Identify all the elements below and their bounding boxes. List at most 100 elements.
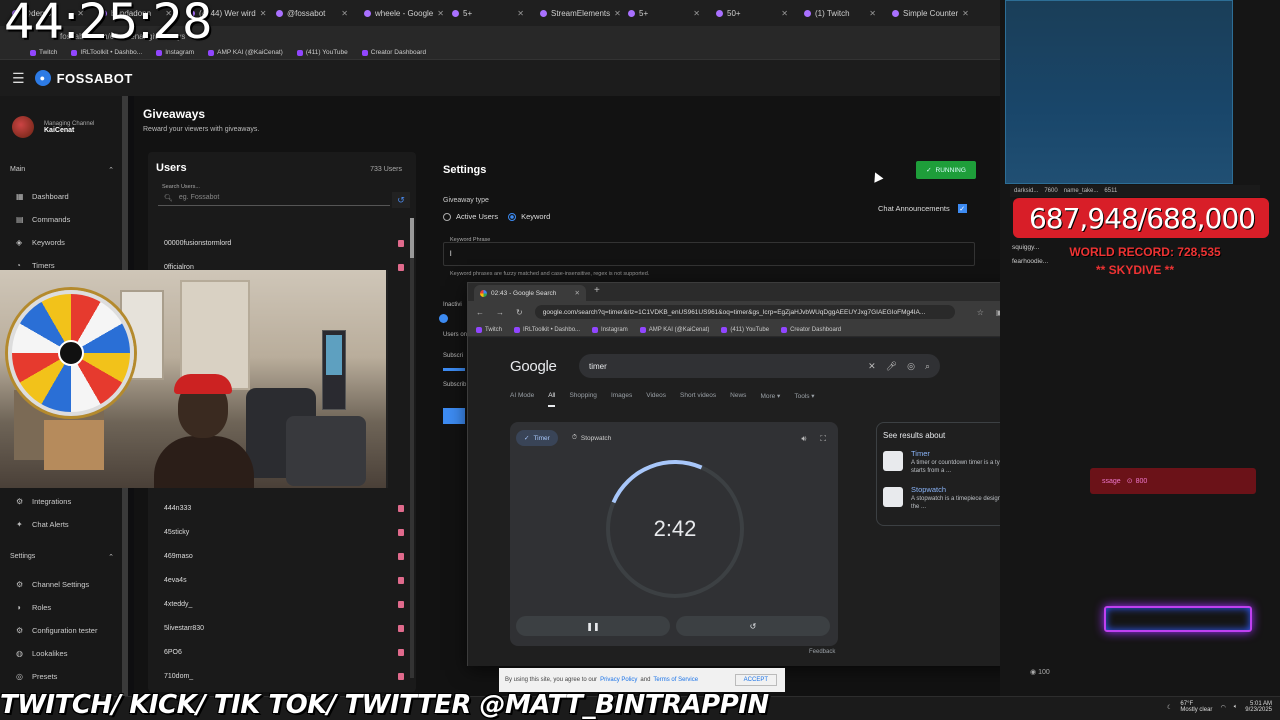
bookmark-item[interactable]: IRLToolkit • Dashbo... — [71, 49, 142, 56]
wifi-icon[interactable]: ◠ — [1220, 704, 1225, 711]
pause-button[interactable]: ❚❚ — [516, 616, 670, 636]
bookmark-item[interactable]: AMP KAI (@KaiCenat) — [208, 49, 283, 56]
checkbox-checked[interactable]: ✓ — [957, 204, 967, 213]
fossabot-logo[interactable]: ● FOSSABOT — [34, 70, 133, 86]
refresh-button[interactable]: ↺ — [392, 192, 410, 208]
chat-announcements-toggle[interactable]: Chat Announcements ✓ — [878, 204, 967, 213]
google-tab[interactable]: 02:43 - Google Search ✕ — [474, 285, 586, 301]
result-name[interactable]: Timer — [911, 449, 930, 458]
sidebar-item-keywords[interactable]: ◈ Keywords — [16, 238, 65, 247]
tab-news[interactable]: News — [730, 392, 746, 407]
privacy-policy-link[interactable]: Privacy Policy — [600, 677, 637, 683]
table-row[interactable]: 710dom_ — [164, 673, 404, 680]
trash-icon[interactable] — [398, 553, 404, 560]
feedback-link[interactable]: Feedback — [809, 649, 835, 655]
google-url-input[interactable]: google.com/search?q=timer&rlz=1C1VDKB_en… — [534, 305, 955, 319]
bookmark-item[interactable]: Instagram — [592, 326, 628, 333]
browser-tab[interactable]: (1) Twitch ✕ — [796, 3, 884, 23]
forward-icon[interactable]: → — [496, 308, 504, 317]
browser-tab[interactable]: 5+ ✕ — [620, 3, 708, 23]
managing-channel[interactable]: Managing Channel KaiCenat — [12, 116, 94, 138]
subscriber-slider[interactable] — [443, 368, 465, 371]
keyword-input[interactable]: l — [443, 242, 975, 266]
sidebar-item-dashboard[interactable]: ▦ Dashboard — [16, 192, 69, 201]
google-search-input[interactable]: timer ✕ 🎤︎ ◎ ⌕ — [579, 354, 940, 378]
sidebar-item-presets[interactable]: ◎ Presets — [16, 672, 57, 681]
fullscreen-icon[interactable]: ⛶ — [820, 434, 826, 444]
table-row[interactable]: 45sticky — [164, 529, 404, 536]
trash-icon[interactable] — [398, 529, 404, 536]
sidebar-item-lookalikes[interactable]: ◍ Lookalikes — [16, 649, 67, 658]
close-tab-icon[interactable]: ✕ — [437, 9, 444, 18]
search-icon[interactable]: ⌕ — [925, 361, 930, 372]
browser-tab[interactable]: @fossabot ✕ — [268, 3, 356, 23]
lens-icon[interactable]: ◎ — [907, 361, 915, 372]
back-icon[interactable]: ← — [476, 308, 484, 317]
sidebar-item-commands[interactable]: ▤ Commands — [16, 215, 70, 224]
inactivity-slider-handle[interactable] — [439, 314, 448, 323]
volume-icon[interactable]: 🔈︎ — [1234, 704, 1238, 711]
radio-keyword[interactable]: Keyword — [508, 212, 550, 221]
terms-of-service-link[interactable]: Terms of Service — [653, 677, 698, 683]
mic-icon[interactable]: 🎤︎ — [886, 361, 897, 372]
running-button[interactable]: ✓ RUNNING — [916, 161, 976, 179]
browser-tab[interactable]: wheele - Google ✕ — [356, 3, 444, 23]
new-tab-icon[interactable]: + — [594, 285, 600, 296]
close-tab-icon[interactable]: ✕ — [341, 9, 348, 18]
table-row[interactable]: 4eva4s — [164, 577, 404, 584]
trash-icon[interactable] — [398, 240, 404, 247]
close-tab-icon[interactable]: ✕ — [575, 289, 580, 297]
tab-stopwatch[interactable]: ⏱︎ Stopwatch — [564, 430, 619, 446]
section-settings[interactable]: Settings ⌃ — [10, 553, 114, 561]
tab-short-videos[interactable]: Short videos — [680, 392, 716, 407]
browser-tab[interactable]: 5+ ✕ — [444, 3, 532, 23]
close-tab-icon[interactable]: ✕ — [517, 9, 524, 18]
trash-icon[interactable] — [398, 601, 404, 608]
sidebar-item-integrations[interactable]: ⚙ Integrations — [16, 497, 71, 506]
browser-tab[interactable]: Simple Counter ✕ — [884, 3, 972, 23]
tab-tools-[interactable]: Tools ▾ — [794, 392, 814, 407]
table-row[interactable]: 444n333 — [164, 505, 404, 512]
google-logo[interactable]: Google — [510, 358, 557, 375]
close-tab-icon[interactable]: ✕ — [781, 9, 788, 18]
section-main[interactable]: Main ⌃ — [10, 166, 114, 174]
weather-icon[interactable]: ☾ — [1167, 704, 1172, 711]
table-row[interactable]: 00000fusionstormlord — [164, 240, 404, 247]
close-tab-icon[interactable]: ✕ — [869, 9, 876, 18]
sidebar-item-chat-alerts[interactable]: ✦ Chat Alerts — [16, 520, 69, 529]
tab-timer[interactable]: ✓ Timer — [516, 430, 558, 446]
tab-images[interactable]: Images — [611, 392, 632, 407]
accept-button[interactable]: ACCEPT — [734, 674, 777, 686]
bookmark-item[interactable]: IRLToolkit • Dashbo... — [514, 326, 580, 333]
radio-active-users[interactable]: Active Users — [443, 212, 498, 221]
trash-icon[interactable] — [398, 673, 404, 680]
tab-videos[interactable]: Videos — [646, 392, 666, 407]
sidebar-item-roles[interactable]: ◑ Roles — [16, 603, 51, 612]
bookmark-item[interactable]: Instagram — [156, 49, 194, 56]
sidebar-item-channel-settings[interactable]: ⚙ Channel Settings — [16, 580, 89, 589]
clear-icon[interactable]: ✕ — [868, 361, 876, 372]
star-icon[interactable]: ☆ — [977, 308, 984, 317]
close-tab-icon[interactable]: ✕ — [260, 9, 267, 18]
table-row[interactable]: 4xteddy_ — [164, 601, 404, 608]
bookmark-item[interactable]: AMP KAI (@KaiCenat) — [639, 326, 709, 333]
bookmark-item[interactable]: Creator Dashboard — [361, 49, 426, 56]
timer-display[interactable]: 2:42 — [606, 460, 744, 598]
trash-icon[interactable] — [398, 649, 404, 656]
tab-ai-mode[interactable]: AI Mode — [510, 392, 534, 407]
trash-icon[interactable] — [398, 505, 404, 512]
start-button-partial[interactable] — [443, 408, 465, 424]
trash-icon[interactable] — [398, 577, 404, 584]
reload-icon[interactable]: ↻ — [516, 308, 523, 317]
search-input[interactable]: 🔍︎ eg. Fossabot — [158, 190, 390, 206]
menu-icon[interactable]: ☰ — [12, 70, 25, 87]
bookmark-item[interactable]: Creator Dashboard — [781, 326, 841, 333]
browser-tab[interactable]: StreamElements ✕ — [532, 3, 620, 23]
reset-button[interactable]: ↺ — [676, 616, 830, 636]
sidebar-item-configuration-tester[interactable]: ⚙ Configuration tester — [16, 626, 97, 635]
bookmark-item[interactable]: Twitch — [476, 326, 502, 333]
volume-icon[interactable]: 🔊︎ — [801, 434, 806, 444]
bookmark-item[interactable]: (411) YouTube — [296, 49, 348, 56]
tab-all[interactable]: All — [548, 392, 556, 407]
close-tab-icon[interactable]: ✕ — [693, 9, 700, 18]
